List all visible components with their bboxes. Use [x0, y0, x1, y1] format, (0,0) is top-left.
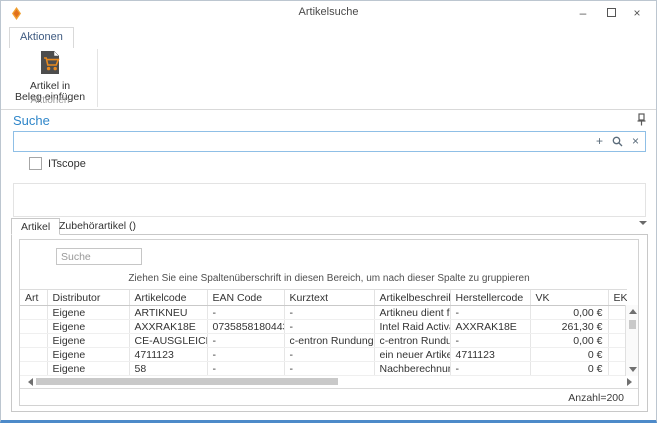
scroll-right-icon[interactable] [627, 378, 632, 386]
close-button[interactable]: × [626, 4, 648, 22]
grid-cell[interactable]: 4711123 [450, 348, 530, 362]
vertical-scrollbar[interactable] [625, 305, 638, 376]
table-row[interactable]: EigeneCE-AUSGLEICHS.A...-c-entron Rundun… [20, 334, 627, 348]
scroll-down-icon[interactable] [629, 367, 637, 372]
grid-cell[interactable]: - [207, 362, 284, 376]
column-header-vk[interactable]: VK [530, 290, 608, 306]
search-box: + × [13, 131, 646, 152]
scroll-left-icon[interactable] [28, 378, 33, 386]
column-header-herstellercode[interactable]: Herstellercode [450, 290, 530, 306]
vertical-scroll-thumb[interactable] [629, 320, 636, 329]
chevron-down-icon[interactable] [639, 221, 647, 225]
grid-cell[interactable] [20, 362, 47, 376]
title-bar: Artikelsuche – × [1, 1, 656, 25]
ribbon-body: Artikel in Beleg einfügen Aktionen [1, 47, 656, 110]
grid-cell[interactable]: CE-AUSGLEICHS.A... [129, 334, 207, 348]
table-header-row: ArtDistributorArtikelcodeEAN CodeKurztex… [20, 290, 627, 306]
horizontal-scroll-thumb[interactable] [36, 378, 338, 385]
itscope-label: ITscope [48, 158, 86, 170]
column-header-art[interactable]: Art [20, 290, 47, 306]
grid-cell[interactable]: 0 € [530, 348, 608, 362]
itscope-checkbox-row[interactable]: ITscope [29, 157, 86, 170]
horizontal-scrollbar[interactable] [20, 376, 638, 388]
itscope-checkbox[interactable] [29, 157, 42, 170]
grid-cell[interactable]: 0,00 € [530, 334, 608, 348]
grid-cell[interactable]: 0,00 € [530, 306, 608, 320]
search-input[interactable] [16, 133, 576, 150]
search-panel-title: Suche [13, 113, 50, 128]
grid-cell[interactable]: c-entron Rundung... [284, 334, 374, 348]
grid-cell[interactable]: - [450, 306, 530, 320]
grid-cell[interactable]: Eigene [47, 320, 129, 334]
pin-icon[interactable] [636, 113, 647, 126]
scroll-up-icon[interactable] [629, 309, 637, 314]
column-header-ek[interactable]: EK [608, 290, 627, 306]
column-header-ean-code[interactable]: EAN Code [207, 290, 284, 306]
grid-cell[interactable]: Artikneu dient für... [374, 306, 450, 320]
column-header-artikelcode[interactable]: Artikelcode [129, 290, 207, 306]
grid-cell[interactable]: ARTIKNEU [129, 306, 207, 320]
grid-cell[interactable]: - [284, 306, 374, 320]
table-row[interactable]: EigeneAXXRAK18E0735858180443-Intel Raid … [20, 320, 627, 334]
grid-cell[interactable] [20, 348, 47, 362]
grid-cell[interactable]: - [284, 362, 374, 376]
grid-cell[interactable]: - [207, 334, 284, 348]
grid-cell[interactable]: AXXRAK18E [129, 320, 207, 334]
window-title: Artikelsuche [1, 6, 656, 18]
grid-filter-input[interactable] [56, 248, 142, 265]
column-header-distributor[interactable]: Distributor [47, 290, 129, 306]
grid-cell[interactable] [20, 334, 47, 348]
maximize-icon [607, 8, 616, 17]
artikel-tab-panel: Ziehen Sie eine Spaltenüberschrift in di… [11, 234, 648, 412]
grid-cell[interactable]: - [450, 334, 530, 348]
add-criteria-icon[interactable]: + [594, 136, 605, 147]
grid-cell[interactable] [20, 320, 47, 334]
grid-cell[interactable]: - [207, 306, 284, 320]
table-row[interactable]: Eigene58--Nachberechnungsa...-0 € [20, 362, 627, 376]
grid-cell[interactable]: Eigene [47, 362, 129, 376]
grid-cell[interactable]: Eigene [47, 334, 129, 348]
column-header-artikelbeschreibung[interactable]: Artikelbeschreibung [374, 290, 450, 306]
record-count: Anzahl=200 [568, 392, 624, 404]
grid-cell[interactable]: AXXRAK18E [450, 320, 530, 334]
grid-cell[interactable]: Nachberechnungsa... [374, 362, 450, 376]
grid-cell[interactable]: Eigene [47, 306, 129, 320]
magnifier-icon[interactable] [612, 136, 623, 147]
table-row[interactable]: Eigene4711123--ein neuer Artikel47111230… [20, 348, 627, 362]
grid-cell[interactable]: c-entron Rundung... [374, 334, 450, 348]
maximize-button[interactable] [600, 4, 622, 22]
document-tab-strip: Artikel Zubehörartikel () [1, 218, 656, 234]
column-header-kurztext[interactable]: Kurztext [284, 290, 374, 306]
grid-cell[interactable]: - [284, 320, 374, 334]
grid-cell[interactable] [20, 306, 47, 320]
grid-cell[interactable]: 58 [129, 362, 207, 376]
ribbon-group-label: Aktionen [3, 95, 97, 106]
grid-cell[interactable]: Eigene [47, 348, 129, 362]
grid-cell[interactable]: - [450, 362, 530, 376]
grid-cell[interactable]: Intel Raid Activatio... [374, 320, 450, 334]
ribbon-group-aktionen: Artikel in Beleg einfügen Aktionen [3, 49, 98, 107]
group-by-hint: Ziehen Sie eine Spaltenüberschrift in di… [20, 273, 638, 284]
search-results-placeholder [13, 183, 646, 217]
cart-document-icon [37, 50, 63, 76]
table-row[interactable]: EigeneARTIKNEU--Artikneu dient für...-0,… [20, 306, 627, 320]
artikelsuche-window: Artikelsuche – × Aktionen Artikel in [0, 0, 657, 423]
minimize-button[interactable]: – [572, 4, 594, 22]
article-grid: Ziehen Sie eine Spaltenüberschrift in di… [19, 239, 639, 406]
grid-footer: Anzahl=200 [20, 388, 638, 405]
ribbon-tab-aktionen[interactable]: Aktionen [9, 27, 74, 48]
grid-cell[interactable]: ein neuer Artikel [374, 348, 450, 362]
grid-cell[interactable]: 0735858180443 [207, 320, 284, 334]
article-table: ArtDistributorArtikelcodeEAN CodeKurztex… [20, 289, 627, 376]
grid-cell[interactable]: 261,30 € [530, 320, 608, 334]
grid-cell[interactable]: - [207, 348, 284, 362]
clear-search-icon[interactable]: × [630, 136, 641, 147]
grid-cell[interactable]: - [284, 348, 374, 362]
ribbon-tab-strip: Aktionen [1, 27, 656, 47]
tab-zubehoerartikel[interactable]: Zubehörartikel () [50, 218, 145, 235]
grid-cell[interactable]: 0 € [530, 362, 608, 376]
grid-cell[interactable]: 4711123 [129, 348, 207, 362]
